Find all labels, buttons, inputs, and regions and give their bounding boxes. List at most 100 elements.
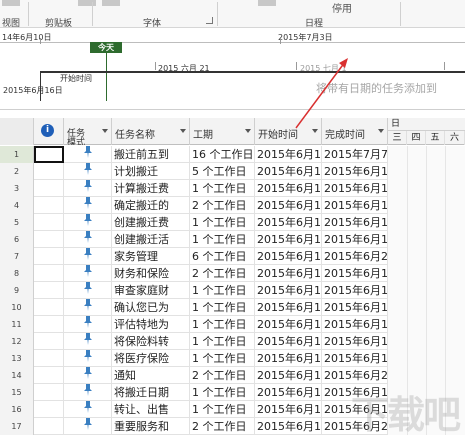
- duration-cell[interactable]: 1 个工作日: [190, 401, 255, 418]
- task-name-cell[interactable]: 计划搬迁: [112, 163, 190, 180]
- indicator-cell[interactable]: [34, 146, 64, 163]
- pin-icon[interactable]: [64, 418, 112, 435]
- row-number[interactable]: 8: [0, 265, 34, 282]
- indicator-cell[interactable]: [34, 248, 64, 265]
- duration-cell[interactable]: 1 个工作日: [190, 299, 255, 316]
- gantt-cell[interactable]: [388, 146, 465, 163]
- row-number[interactable]: 9: [0, 282, 34, 299]
- pin-icon[interactable]: [64, 333, 112, 350]
- pin-icon[interactable]: [64, 299, 112, 316]
- pin-icon[interactable]: [64, 350, 112, 367]
- header-task-name[interactable]: 任务名称: [112, 118, 190, 145]
- chevron-down-icon[interactable]: [312, 129, 318, 133]
- gantt-cell[interactable]: [388, 367, 465, 384]
- indicator-cell[interactable]: [34, 367, 64, 384]
- chevron-down-icon[interactable]: [180, 129, 186, 133]
- gantt-cell[interactable]: [388, 282, 465, 299]
- table-row[interactable]: 10 确认您已为 1 个工作日 2015年6月1 2015年6月1: [0, 299, 465, 316]
- finish-cell[interactable]: 2015年6月1: [322, 163, 388, 180]
- duration-cell[interactable]: 2 个工作日: [190, 265, 255, 282]
- gantt-cell[interactable]: [388, 231, 465, 248]
- duration-cell[interactable]: 2 个工作日: [190, 367, 255, 384]
- ribbon-button-partial[interactable]: [2, 0, 20, 6]
- inactivate-button[interactable]: 停用: [332, 0, 352, 15]
- pin-icon[interactable]: [64, 316, 112, 333]
- gantt-cell[interactable]: [388, 180, 465, 197]
- pin-icon[interactable]: [64, 265, 112, 282]
- start-cell[interactable]: 2015年6月1: [255, 197, 322, 214]
- finish-cell[interactable]: 2015年6月1: [322, 197, 388, 214]
- duration-cell[interactable]: 6 个工作日: [190, 248, 255, 265]
- table-row[interactable]: 4 确定搬迁的 2 个工作日 2015年6月1 2015年6月1: [0, 197, 465, 214]
- row-number[interactable]: 4: [0, 197, 34, 214]
- start-cell[interactable]: 2015年6月1: [255, 231, 322, 248]
- gantt-cell[interactable]: [388, 248, 465, 265]
- pin-icon[interactable]: [64, 231, 112, 248]
- pin-icon[interactable]: [64, 146, 112, 163]
- start-cell[interactable]: 2015年6月1: [255, 163, 322, 180]
- row-number[interactable]: 2: [0, 163, 34, 180]
- indicator-cell[interactable]: [34, 401, 64, 418]
- finish-cell[interactable]: 2015年6月2: [322, 248, 388, 265]
- table-row[interactable]: 13 将医疗保险 1 个工作日 2015年6月1 2015年6月1: [0, 350, 465, 367]
- table-row[interactable]: 12 将保险料转 1 个工作日 2015年6月1 2015年6月1: [0, 333, 465, 350]
- table-row[interactable]: 14 通知 2 个工作日 2015年6月1 2015年6月2: [0, 367, 465, 384]
- duration-cell[interactable]: 2 个工作日: [190, 197, 255, 214]
- row-number[interactable]: 12: [0, 333, 34, 350]
- start-cell[interactable]: 2015年6月1: [255, 265, 322, 282]
- task-name-cell[interactable]: 评估特地为: [112, 316, 190, 333]
- gantt-cell[interactable]: [388, 265, 465, 282]
- finish-cell[interactable]: 2015年6月1: [322, 316, 388, 333]
- indicator-cell[interactable]: [34, 418, 64, 435]
- duration-cell[interactable]: 5 个工作日: [190, 163, 255, 180]
- row-number[interactable]: 3: [0, 180, 34, 197]
- task-name-cell[interactable]: 通知: [112, 367, 190, 384]
- table-row[interactable]: 2 计划搬迁 5 个工作日 2015年6月1 2015年6月1: [0, 163, 465, 180]
- indicator-cell[interactable]: [34, 231, 64, 248]
- table-row[interactable]: 11 评估特地为 1 个工作日 2015年6月1 2015年6月1: [0, 316, 465, 333]
- row-number[interactable]: 1: [0, 146, 34, 163]
- header-start[interactable]: 开始时间: [255, 118, 322, 145]
- duration-cell[interactable]: 2 个工作日: [190, 418, 255, 435]
- table-row[interactable]: 8 财务和保险 2 个工作日 2015年6月1 2015年6月1: [0, 265, 465, 282]
- pin-icon[interactable]: [64, 384, 112, 401]
- start-cell[interactable]: 2015年6月1: [255, 299, 322, 316]
- indicator-cell[interactable]: [34, 265, 64, 282]
- row-number[interactable]: 10: [0, 299, 34, 316]
- header-indicators[interactable]: i: [34, 118, 64, 145]
- gantt-cell[interactable]: [388, 316, 465, 333]
- start-cell[interactable]: 2015年6月1: [255, 333, 322, 350]
- row-number[interactable]: 14: [0, 367, 34, 384]
- pin-icon[interactable]: [64, 282, 112, 299]
- gantt-cell[interactable]: [388, 163, 465, 180]
- header-task-mode[interactable]: 任务 模式: [64, 118, 112, 145]
- indicator-cell[interactable]: [34, 163, 64, 180]
- table-row[interactable]: 9 审查家庭财 1 个工作日 2015年6月1 2015年6月1: [0, 282, 465, 299]
- indicator-cell[interactable]: [34, 180, 64, 197]
- finish-cell[interactable]: 2015年7月7: [322, 146, 388, 163]
- indicator-cell[interactable]: [34, 316, 64, 333]
- task-name-cell[interactable]: 创建搬迁活: [112, 231, 190, 248]
- pin-icon[interactable]: [64, 180, 112, 197]
- start-cell[interactable]: 2015年6月1: [255, 350, 322, 367]
- indicator-cell[interactable]: [34, 384, 64, 401]
- table-row[interactable]: 3 计算搬迁费 1 个工作日 2015年6月1 2015年6月1: [0, 180, 465, 197]
- header-finish[interactable]: 完成时间: [322, 118, 388, 145]
- task-name-cell[interactable]: 计算搬迁费: [112, 180, 190, 197]
- start-cell[interactable]: 2015年6月1: [255, 367, 322, 384]
- gantt-cell[interactable]: [388, 350, 465, 367]
- row-number[interactable]: 15: [0, 384, 34, 401]
- row-number[interactable]: 13: [0, 350, 34, 367]
- start-cell[interactable]: 2015年6月1: [255, 401, 322, 418]
- task-name-cell[interactable]: 确定搬迁的: [112, 197, 190, 214]
- task-name-cell[interactable]: 审查家庭财: [112, 282, 190, 299]
- pin-icon[interactable]: [64, 248, 112, 265]
- task-name-cell[interactable]: 重要服务和: [112, 418, 190, 435]
- gantt-cell[interactable]: [388, 333, 465, 350]
- task-name-cell[interactable]: 将保险料转: [112, 333, 190, 350]
- start-cell[interactable]: 2015年6月1: [255, 384, 322, 401]
- gantt-cell[interactable]: [388, 299, 465, 316]
- duration-cell[interactable]: 1 个工作日: [190, 180, 255, 197]
- duration-cell[interactable]: 1 个工作日: [190, 282, 255, 299]
- header-duration[interactable]: 工期: [190, 118, 255, 145]
